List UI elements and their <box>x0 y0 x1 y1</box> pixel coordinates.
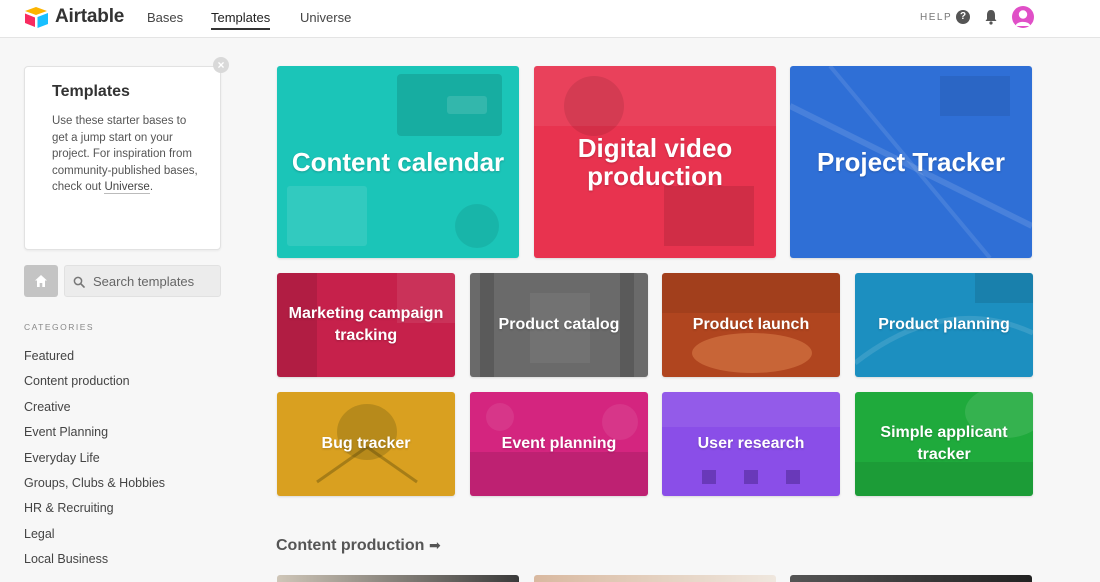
arrow-right-icon[interactable]: ➡ <box>429 537 441 554</box>
universe-link[interactable]: Universe <box>104 181 150 195</box>
category-event-planning[interactable]: Event Planning <box>24 425 165 450</box>
template-card-preview[interactable] <box>277 575 519 582</box>
category-groups-clubs-hobbies[interactable]: Groups, Clubs & Hobbies <box>24 476 165 501</box>
intro-title: Templates <box>52 83 130 100</box>
category-creative[interactable]: Creative <box>24 400 165 425</box>
avatar[interactable] <box>1012 6 1034 28</box>
template-card-preview[interactable] <box>790 575 1032 582</box>
intro-text: Use these starter bases to get a jump st… <box>52 113 202 196</box>
template-card-content-calendar[interactable]: Content calendar <box>277 66 519 258</box>
user-icon <box>1015 10 1031 26</box>
tile-title: Bug tracker <box>321 435 411 452</box>
search-templates[interactable] <box>64 265 221 297</box>
category-hr-recruiting[interactable]: HR & Recruiting <box>24 501 165 526</box>
category-list: Featured Content production Creative Eve… <box>24 349 165 578</box>
template-card-product-planning[interactable]: Product planning <box>855 273 1033 377</box>
help-icon[interactable]: ? <box>956 10 970 24</box>
category-local-business[interactable]: Local Business <box>24 552 165 577</box>
template-card-simple-applicant-tracker[interactable]: Simple applicant tracker <box>855 392 1033 496</box>
tile-title: Content calendar <box>291 147 505 177</box>
categories-heading: CATEGORIES <box>24 322 95 332</box>
top-nav: Airtable Bases Templates Universe HELP ? <box>0 0 1100 38</box>
template-card-event-planning[interactable]: Event planning <box>470 392 648 496</box>
templates-intro-card: Templates Use these starter bases to get… <box>24 66 221 250</box>
tile-title: Event planning <box>501 435 617 452</box>
template-card-preview[interactable] <box>534 575 776 582</box>
tile-title: Product planning <box>878 316 1010 333</box>
category-content-production[interactable]: Content production <box>24 374 165 399</box>
template-card-marketing-campaign-tracking[interactable]: Marketing campaign tracking <box>277 273 455 377</box>
nav-templates[interactable]: Templates <box>211 10 271 30</box>
section-title-content-production[interactable]: Content production <box>276 537 424 555</box>
tile-title: Marketing campaign tracking <box>288 305 444 344</box>
nav-bases[interactable]: Bases <box>147 10 183 25</box>
template-card-digital-video-production[interactable]: Digital video production <box>534 66 776 258</box>
close-intro-button[interactable]: × <box>213 57 229 73</box>
tile-title: Digital video production <box>577 133 733 191</box>
tile-title: Simple applicant tracker <box>880 424 1008 463</box>
home-button[interactable] <box>24 265 58 297</box>
search-input[interactable] <box>93 266 218 296</box>
template-card-project-tracker[interactable]: Project Tracker <box>790 66 1032 258</box>
template-card-product-launch[interactable]: Product launch <box>662 273 840 377</box>
category-legal[interactable]: Legal <box>24 527 165 552</box>
tile-title: Product launch <box>692 316 810 333</box>
airtable-logo[interactable]: Airtable <box>24 6 124 28</box>
intro-suffix: . <box>149 181 154 194</box>
category-featured[interactable]: Featured <box>24 349 165 374</box>
tile-title: User research <box>697 435 805 452</box>
bell-icon[interactable] <box>984 9 998 25</box>
nav-universe[interactable]: Universe <box>300 10 351 25</box>
help-link[interactable]: HELP <box>920 12 952 23</box>
search-icon <box>73 276 85 288</box>
category-everyday-life[interactable]: Everyday Life <box>24 451 165 476</box>
template-card-bug-tracker[interactable]: Bug tracker <box>277 392 455 496</box>
airtable-logo-icon <box>25 7 48 28</box>
template-card-user-research[interactable]: User research <box>662 392 840 496</box>
template-card-product-catalog[interactable]: Product catalog <box>470 273 648 377</box>
tile-title: Product catalog <box>498 316 620 333</box>
tile-title: Project Tracker <box>817 147 1005 177</box>
home-icon <box>35 275 47 287</box>
app-name: Airtable <box>55 6 125 27</box>
